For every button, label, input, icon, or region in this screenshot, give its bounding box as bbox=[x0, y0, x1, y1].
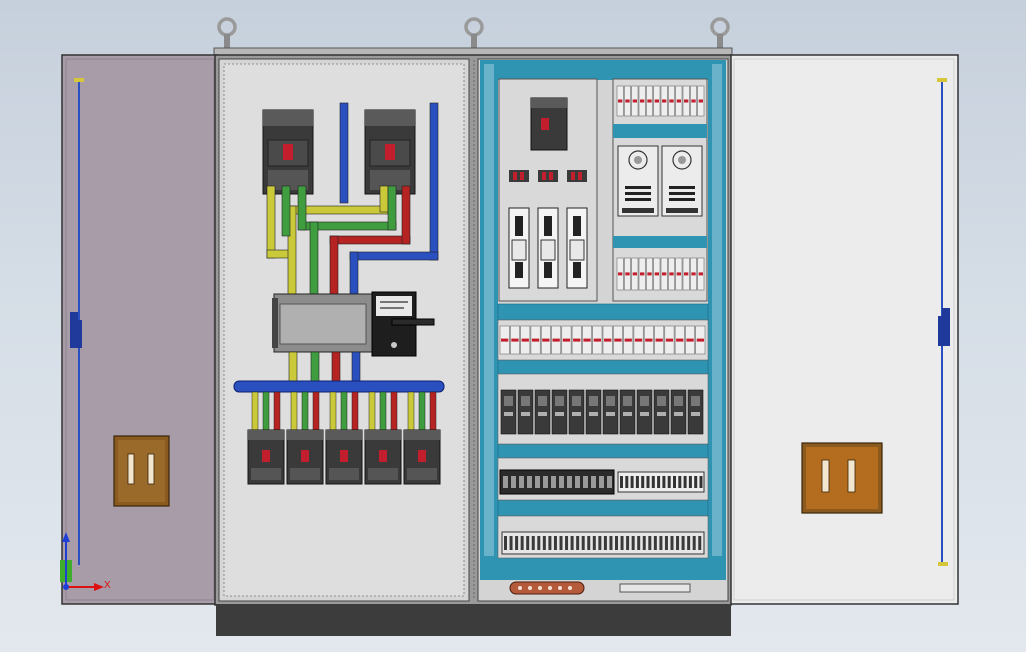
terminal-block bbox=[530, 325, 541, 355]
cabinet-plinth bbox=[216, 604, 731, 636]
terminal-block bbox=[674, 325, 685, 355]
terminal-block bbox=[695, 325, 706, 355]
lifting-eye-icon bbox=[217, 17, 237, 48]
power-supply-unit bbox=[617, 145, 659, 217]
feeder-breaker bbox=[325, 391, 363, 485]
terminal-block bbox=[660, 85, 668, 117]
terminal-block bbox=[540, 325, 551, 355]
terminal-block bbox=[646, 85, 653, 117]
terminal-block bbox=[690, 85, 697, 117]
terminal-block bbox=[697, 257, 705, 291]
terminal-block bbox=[631, 257, 639, 291]
terminal-block bbox=[582, 325, 592, 355]
switch-lever bbox=[391, 318, 435, 326]
terminal-block bbox=[682, 257, 690, 291]
fuse-holder bbox=[537, 207, 559, 289]
terminal-block bbox=[561, 325, 572, 355]
terminal-block bbox=[616, 257, 624, 291]
relay bbox=[534, 389, 551, 435]
feeder-breaker bbox=[403, 391, 441, 485]
terminal-block bbox=[668, 257, 675, 291]
electrical-cabinet-model: X bbox=[60, 17, 959, 636]
terminal-block bbox=[613, 325, 623, 355]
relay bbox=[500, 389, 517, 435]
terminal-block bbox=[638, 85, 646, 117]
distribution-busbar bbox=[233, 380, 445, 393]
terminal-block bbox=[551, 325, 562, 355]
terminal-block bbox=[616, 85, 624, 117]
relay bbox=[653, 389, 670, 435]
relay bbox=[602, 389, 619, 435]
main-breaker bbox=[262, 109, 314, 195]
feeder-breaker-group bbox=[247, 391, 441, 485]
terminal-block bbox=[643, 325, 654, 355]
main-breaker bbox=[364, 109, 416, 195]
relay bbox=[517, 389, 534, 435]
relay bbox=[670, 389, 687, 435]
terminal-block bbox=[592, 325, 603, 355]
ground-bar bbox=[509, 581, 585, 595]
relay bbox=[551, 389, 568, 435]
terminal-block bbox=[697, 85, 705, 117]
relay bbox=[585, 389, 602, 435]
terminal-block bbox=[638, 257, 646, 291]
feeder-breaker bbox=[364, 391, 402, 485]
relay bbox=[619, 389, 636, 435]
terminal-block bbox=[624, 257, 631, 291]
terminal-block bbox=[675, 257, 683, 291]
terminal-block bbox=[660, 257, 668, 291]
terminal-block bbox=[682, 85, 690, 117]
relay bbox=[687, 389, 704, 435]
terminal-block bbox=[653, 257, 661, 291]
terminal-strip-long bbox=[501, 531, 705, 555]
feeder-breaker bbox=[286, 391, 324, 485]
terminal-block bbox=[664, 325, 675, 355]
terminal-block bbox=[499, 325, 510, 355]
terminal-block bbox=[690, 257, 697, 291]
neutral-link-strip bbox=[619, 583, 691, 593]
terminal-block bbox=[510, 325, 520, 355]
terminal-strip-dark bbox=[499, 469, 615, 495]
fuse-holder-group bbox=[508, 207, 588, 289]
terminal-block bbox=[685, 325, 695, 355]
lifting-eye-icon bbox=[710, 17, 730, 48]
left-door[interactable] bbox=[61, 54, 219, 605]
terminal-block bbox=[623, 325, 634, 355]
terminal-block bbox=[520, 325, 531, 355]
door-handle-icon[interactable] bbox=[801, 442, 883, 514]
door-handle-icon[interactable] bbox=[113, 435, 170, 507]
terminal-block bbox=[654, 325, 665, 355]
terminal-block bbox=[653, 85, 661, 117]
transfer-switch bbox=[272, 291, 435, 357]
terminal-block bbox=[675, 85, 683, 117]
terminal-block bbox=[624, 85, 631, 117]
relay bbox=[568, 389, 585, 435]
fuse-holder bbox=[508, 207, 530, 289]
terminal-block bbox=[631, 85, 639, 117]
terminal-block bbox=[646, 257, 653, 291]
terminal-block bbox=[633, 325, 644, 355]
terminal-block bbox=[602, 325, 613, 355]
lifting-eye-icon bbox=[464, 17, 484, 48]
x-axis-label: X bbox=[104, 580, 111, 591]
terminal-strip-light bbox=[617, 471, 705, 493]
terminal-block bbox=[571, 325, 582, 355]
power-supply-unit bbox=[661, 145, 703, 217]
terminal-block bbox=[668, 85, 675, 117]
right-door[interactable] bbox=[729, 54, 959, 605]
feeder-breaker bbox=[247, 391, 285, 485]
relay bbox=[636, 389, 653, 435]
fuse-holder bbox=[566, 207, 588, 289]
